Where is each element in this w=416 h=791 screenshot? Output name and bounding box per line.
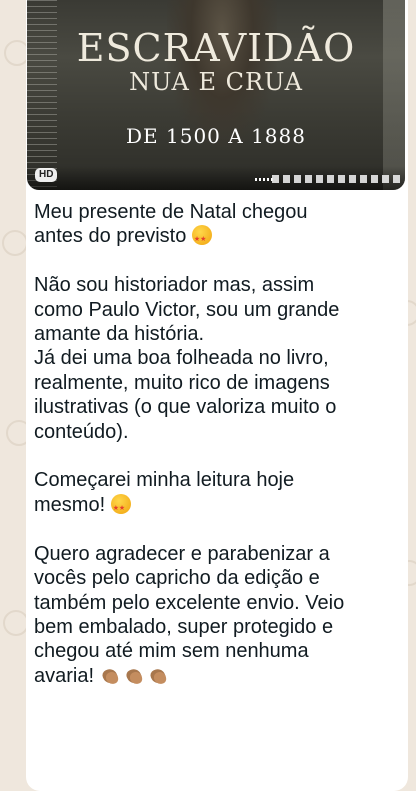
text-line: antes do previsto bbox=[34, 225, 187, 248]
clapping-hands-emoji-icon bbox=[100, 665, 120, 685]
text-line: conteúdo). bbox=[34, 420, 129, 443]
text-line: bem embalado, super protegido e bbox=[34, 615, 334, 638]
message-bubble[interactable]: ESCRAVIDÃO NUA E CRUA DE 1500 A 1888 HD … bbox=[26, 0, 408, 791]
text-line: Quero agradecer e parabenizar a bbox=[34, 542, 330, 565]
text-line: chegou até mim sem nenhuma bbox=[34, 640, 309, 663]
book-period: DE 1500 A 1888 bbox=[126, 124, 306, 148]
hd-badge: HD bbox=[35, 168, 58, 182]
text-line: amante da história. bbox=[34, 323, 205, 346]
text-line: avaria! bbox=[34, 664, 95, 687]
book-title: ESCRAVIDÃO bbox=[76, 26, 356, 70]
image-attachment[interactable]: ESCRAVIDÃO NUA E CRUA DE 1500 A 1888 HD bbox=[27, 0, 405, 190]
text-line: Não sou historiador mas, assim bbox=[34, 274, 315, 297]
text-line: Meu presente de Natal chegou bbox=[34, 201, 308, 223]
text-line: também pelo excelente envio. Veio bbox=[34, 591, 345, 614]
text-line: Já dei uma boa folheada no livro, bbox=[34, 347, 329, 370]
star-struck-emoji-icon bbox=[191, 225, 212, 253]
text-line: vocês pelo capricho da edição e bbox=[34, 567, 320, 590]
text-line: mesmo! bbox=[34, 493, 106, 516]
text-line: realmente, muito rico de imagens bbox=[34, 371, 330, 394]
media-dots bbox=[255, 178, 273, 181]
media-progress-strip bbox=[272, 175, 402, 183]
clapping-hands-emoji-icon bbox=[148, 665, 168, 685]
text-line: Começarei minha leitura hoje bbox=[34, 469, 295, 492]
text-line: como Paulo Victor, sou um grande bbox=[34, 298, 340, 321]
text-line: ilustrativas (o que valoriza muito o bbox=[34, 396, 337, 419]
star-struck-emoji-icon bbox=[110, 493, 131, 521]
book-subtitle: NUA E CRUA bbox=[129, 68, 303, 96]
clapping-hands-emoji-icon bbox=[124, 665, 144, 685]
message-text: Meu presente de Natal chegou antes do pr… bbox=[34, 200, 402, 688]
